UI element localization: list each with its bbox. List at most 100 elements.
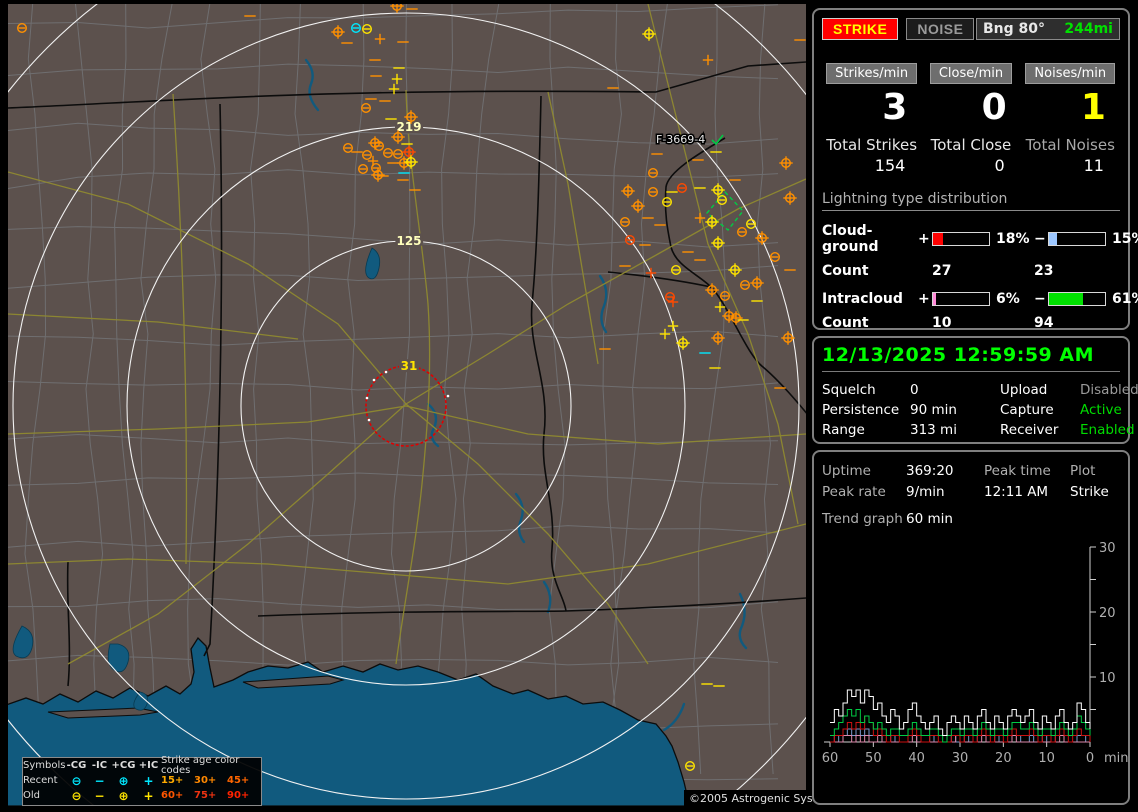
svg-text:F-3669-4: F-3669-4 [656, 133, 705, 146]
minus-sign: − [1034, 230, 1046, 247]
svg-text:31: 31 [401, 359, 418, 373]
plus-sign: + [918, 230, 930, 247]
datetime-display: 12/13/2025 12:59:59 AM [822, 344, 1094, 366]
total-noises-value: 11 [1083, 155, 1104, 175]
plot-value: Strike [1070, 483, 1109, 500]
distribution-title: Lightning type distribution [822, 191, 1120, 211]
session-grid: Uptime 369:20 Peak time Plot Peak rate 9… [822, 460, 1120, 502]
cloud-ground-count-row: Count 27 23 [822, 263, 1120, 279]
legend-old-label: Old [23, 789, 40, 801]
mode-toolbar: STRIKE NOISE Bng 80° 244mi [822, 18, 1120, 40]
cloud-ground-row: Cloud-ground + 18% − 15% [822, 222, 1138, 255]
recent-ic-pos-icon: + [143, 773, 154, 788]
uptime-label: Uptime [822, 462, 871, 479]
svg-text:min: min [1104, 751, 1128, 766]
svg-text:10: 10 [1099, 671, 1116, 686]
old-ic-pos-icon: + [143, 788, 154, 803]
cg-neg-count: 23 [1034, 262, 1054, 279]
legend-col-pic: +IC [138, 759, 159, 771]
noise-mode-button[interactable]: NOISE [906, 18, 975, 40]
lightning-tracker-app: 31 125 219 F-3669-4 Symbols -CG -IC +CG +IC… [0, 0, 1138, 812]
strike-mode-button[interactable]: STRIKE [822, 18, 899, 40]
peak-time-value: 12:11 AM [984, 483, 1049, 500]
svg-text:10: 10 [1038, 751, 1055, 766]
persistence-value: 90 min [910, 402, 957, 418]
squelch-value: 0 [910, 382, 919, 398]
svg-text:0: 0 [1086, 751, 1094, 766]
range-label: Range [822, 422, 865, 438]
count-label: Count [822, 262, 869, 279]
ic-neg-pct: 61% [1112, 290, 1138, 307]
old-ic-neg-icon: − [94, 788, 105, 803]
legend-col-pcg: +CG [111, 759, 136, 771]
close-per-min-value: 0 [981, 87, 1007, 128]
recent-ic-neg-icon: − [94, 773, 105, 788]
noises-per-min-value: 1 [1080, 87, 1106, 128]
strikes-per-min-chip: Strikes/min [826, 63, 918, 84]
status-section: 12/13/2025 12:59:59 AM Squelch 0 Upload … [812, 336, 1138, 444]
divider [822, 371, 1120, 372]
age-15: 15+ [161, 774, 184, 786]
cloud-ground-label: Cloud-ground [822, 222, 879, 255]
minus-sign: − [1034, 290, 1046, 307]
age-75: 75+ [194, 789, 217, 801]
upload-label: Upload [1000, 382, 1048, 398]
cg-neg-bar [1048, 231, 1106, 246]
legend-col-ncg: -CG [66, 759, 87, 771]
svg-text:30: 30 [952, 751, 969, 766]
cg-pos-pct: 18% [996, 230, 1030, 247]
svg-text:60: 60 [822, 751, 839, 766]
receiver-status: Enabled [1080, 422, 1135, 438]
stats-section: STRIKE NOISE Bng 80° 244mi Strikes/min C… [812, 8, 1138, 331]
peak-rate-label: Peak rate [822, 483, 886, 500]
close-per-min-chip: Close/min [929, 63, 1013, 84]
recent-cg-pos-icon: ⊕ [118, 773, 129, 788]
plus-sign: + [918, 290, 930, 307]
uptime-value: 369:20 [906, 462, 954, 479]
ic-pos-bar [932, 291, 990, 306]
strikes-per-min-value: 3 [882, 87, 908, 128]
count-label: Count [822, 314, 869, 331]
noises-per-min-chip: Noises/min [1025, 63, 1116, 84]
lightning-map[interactable]: 31 125 219 F-3669-4 Symbols -CG -IC +CG +IC… [8, 4, 846, 807]
total-close-label: Total Close [930, 135, 1012, 154]
peak-rate-value: 9/min [906, 483, 945, 500]
legend-symbols-label: Symbols [23, 759, 66, 771]
total-strikes-value: 154 [874, 155, 906, 175]
legend-age-title: Strike age color codes [161, 754, 240, 776]
status-grid: Squelch 0 Upload Disabled Persistence 90… [822, 380, 1138, 440]
intracloud-label: Intracloud [822, 290, 903, 307]
cg-pos-bar [932, 231, 990, 246]
map-legend: Symbols -CG -IC +CG +IC Strike age color… [22, 754, 262, 806]
old-cg-pos-icon: ⊕ [118, 788, 129, 803]
squelch-label: Squelch [822, 382, 876, 398]
svg-text:20: 20 [995, 751, 1012, 766]
svg-text:50: 50 [865, 751, 882, 766]
svg-text:20: 20 [1099, 606, 1116, 621]
legend-recent-label: Recent [23, 774, 58, 786]
trend-section: Uptime 369:20 Peak time Plot Peak rate 9… [812, 450, 1130, 805]
capture-status: Active [1080, 402, 1122, 418]
old-cg-neg-icon: ⊖ [71, 788, 82, 803]
svg-text:40: 40 [908, 751, 925, 766]
ic-pos-count: 10 [932, 314, 952, 331]
trend-chart: 10 20 30 60 50 40 30 20 10 0 min [822, 542, 1128, 766]
range-value: 313 mi [910, 422, 957, 438]
capture-label: Capture [1000, 402, 1054, 418]
bearing-readout: Bng 80° 244mi [976, 18, 1120, 40]
trend-graph-label: Trend graph [822, 511, 903, 527]
ic-neg-bar [1048, 291, 1106, 306]
trend-graph-row: Trend graph 60 min [822, 511, 1120, 527]
svg-text:30: 30 [1099, 542, 1116, 556]
trend-window-value: 60 min [906, 511, 953, 527]
intracloud-row: Intracloud + 6% − 61% [822, 290, 1138, 307]
ic-pos-pct: 6% [996, 290, 1020, 307]
legend-col-nic: -IC [91, 759, 108, 771]
receiver-label: Receiver [1000, 422, 1059, 438]
peak-time-label: Peak time [984, 462, 1051, 479]
total-strikes-label: Total Strikes [826, 135, 918, 154]
cg-pos-count: 27 [932, 262, 952, 279]
cg-neg-pct: 15% [1112, 230, 1138, 247]
persistence-label: Persistence [822, 402, 900, 418]
bearing-label: Bng 80° [983, 21, 1046, 37]
